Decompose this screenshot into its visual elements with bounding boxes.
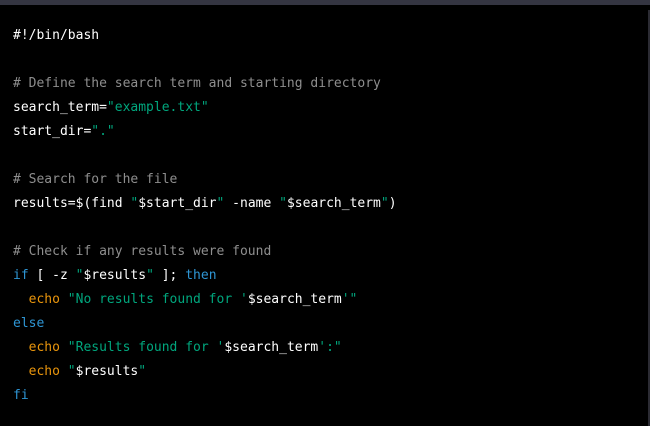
code-line: # Search for the file	[13, 168, 397, 192]
code-line: search_term="example.txt"	[13, 96, 397, 120]
code-string: "	[138, 364, 147, 379]
code-keyword: then	[185, 268, 217, 283]
code-builtin: echo	[28, 292, 60, 307]
code-string: "	[279, 196, 287, 211]
code-string: "."	[91, 124, 115, 139]
code-string: "example.txt"	[106, 100, 209, 115]
code-block[interactable]: #!/bin/bash # Define the search term and…	[0, 5, 650, 426]
code-comment: # Define the search term and starting di…	[13, 76, 381, 91]
code-string: "	[146, 268, 154, 283]
code-comment: # Search for the file	[13, 172, 178, 187]
code-text: results=$(find	[13, 196, 131, 211]
code-variable: $search_term	[286, 196, 381, 211]
code-line: echo "$results"	[13, 360, 397, 384]
code-text: #!/bin/bash	[13, 28, 100, 43]
code-string: "	[67, 364, 76, 379]
code-line: start_dir="."	[13, 120, 397, 144]
code-line: results=$(find "$start_dir" -name "$sear…	[13, 192, 397, 216]
code-line: fi	[13, 384, 397, 408]
code-line: else	[13, 312, 397, 336]
code-keyword: else	[13, 316, 45, 331]
code-keyword: if	[13, 268, 29, 283]
code-builtin: echo	[28, 340, 60, 355]
code-variable: $start_dir	[138, 196, 217, 211]
code-string: "	[380, 196, 389, 211]
code-text: search_term=	[13, 100, 107, 115]
code-variable: $results	[83, 268, 147, 283]
code-string: ':"	[318, 340, 342, 355]
code-text: start_dir=	[13, 124, 92, 139]
code-string: "Results found for '	[67, 340, 225, 355]
code-text: )	[388, 196, 397, 211]
code-comment: # Check if any results were found	[13, 244, 272, 259]
code-line: echo "No results found for '$search_term…	[13, 288, 397, 312]
code-string: "No results found for '	[67, 292, 248, 307]
code-text: [ -z	[28, 268, 76, 283]
code-content[interactable]: #!/bin/bash # Define the search term and…	[13, 24, 397, 408]
code-builtin: echo	[28, 364, 60, 379]
code-variable: $search_term	[247, 292, 342, 307]
code-keyword: fi	[13, 388, 29, 403]
code-text: -name	[224, 196, 280, 211]
code-string: '"	[341, 292, 358, 307]
code-line: echo "Results found for '$search_term':"	[13, 336, 397, 360]
code-line: # Check if any results were found	[13, 240, 397, 264]
code-text: ];	[153, 268, 186, 283]
code-line: # Define the search term and starting di…	[13, 72, 397, 96]
code-line: if [ -z "$results" ]; then	[13, 264, 397, 288]
code-variable: $search_term	[224, 340, 319, 355]
code-line: #!/bin/bash	[13, 24, 397, 48]
code-variable: $results	[75, 364, 139, 379]
